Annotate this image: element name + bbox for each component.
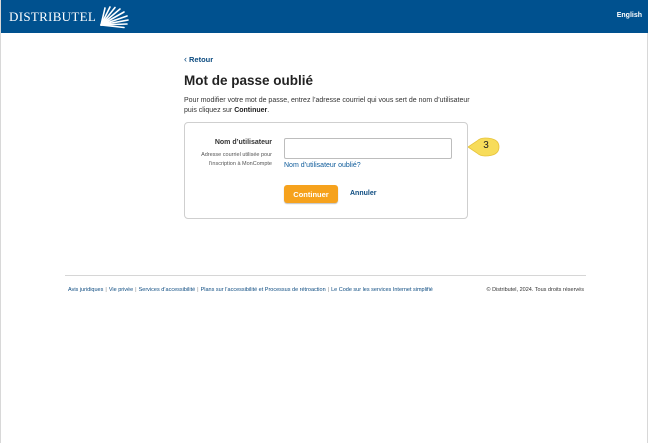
reset-form-card: Nom d’utilisateur Adresse courriel utili… xyxy=(184,122,468,219)
username-label: Nom d’utilisateur xyxy=(214,139,272,146)
logo-text: DISTRIBUTEL xyxy=(9,9,97,24)
footer-link-accessibility-services[interactable]: Services d’accessibilité xyxy=(139,287,196,293)
footer-links: Avis juridiques | Vie privée | Services d’ac… xyxy=(68,287,433,293)
back-link-label: Retour xyxy=(189,54,214,64)
page-title: Mot de passe oublié xyxy=(184,73,314,88)
header-bar: DISTRIBUTEL English xyxy=(1,0,648,33)
username-hint-line2: l’inscription à MonCompte xyxy=(208,160,272,167)
forgot-username-link[interactable]: Nom d’utilisateur oublié? xyxy=(284,162,361,169)
intro-text-emphasis: Continuer xyxy=(234,107,268,114)
page: DISTRIBUTEL English ‹ Retour Mot de pass… xyxy=(0,0,648,443)
footer-link-legal[interactable]: Avis juridiques xyxy=(68,287,103,293)
cancel-link[interactable]: Annuler xyxy=(350,190,376,197)
continue-button[interactable]: Continuer xyxy=(284,185,338,203)
footer-separator: | xyxy=(327,287,330,293)
footer-separator: | xyxy=(135,287,137,293)
footer-link-accessibility-plans[interactable]: Plans sur l’accessibilité et Processus d… xyxy=(201,287,326,293)
footer-divider xyxy=(65,275,586,276)
language-toggle-link[interactable]: English xyxy=(617,12,642,19)
intro-text-body: Pour modifier votre mot de passe, entrez… xyxy=(184,97,470,114)
intro-text-end: . xyxy=(267,107,270,114)
intro-text: Pour modifier votre mot de passe, entrez… xyxy=(184,96,474,116)
starburst-logo-icon xyxy=(100,6,129,29)
footer-separator: | xyxy=(105,287,107,293)
footer-separator: | xyxy=(197,287,199,293)
username-hint-line1: Adresse courriel utilisée pour xyxy=(201,152,272,158)
chevron-left-icon: ‹ xyxy=(184,54,187,64)
distributel-logo[interactable]: DISTRIBUTEL xyxy=(9,5,131,29)
footer-link-privacy[interactable]: Vie privée xyxy=(109,287,133,293)
copyright: © Distributel, 2024. Tous droits réservé… xyxy=(486,287,585,293)
step-number: 3 xyxy=(483,140,489,151)
back-link[interactable]: ‹ Retour xyxy=(184,54,213,64)
username-hint: Adresse courriel utilisée pour l’inscrip… xyxy=(185,151,272,168)
footer-link-internet-code[interactable]: Le Code sur les services Internet simpli… xyxy=(331,287,433,293)
username-input[interactable] xyxy=(284,138,452,159)
